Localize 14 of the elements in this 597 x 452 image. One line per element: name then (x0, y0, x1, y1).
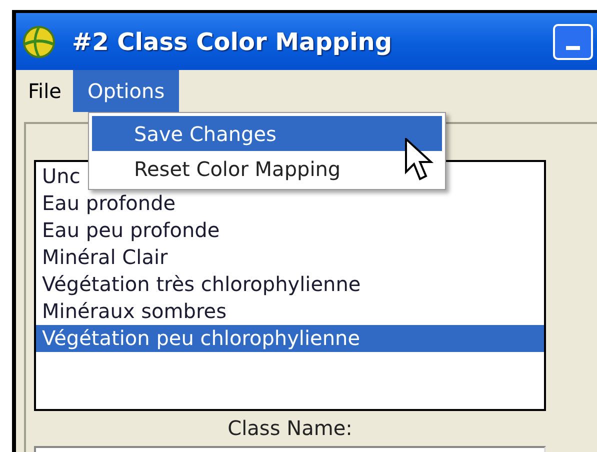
list-item[interactable]: Minéraux sombres (36, 298, 544, 325)
menu-item[interactable]: Options (73, 70, 179, 112)
menu-item[interactable]: File (16, 70, 74, 112)
list-item[interactable]: Minéral Clair (36, 244, 544, 271)
menu-option[interactable]: Save Changes (92, 116, 442, 151)
class-name-label: Class Name: (228, 416, 352, 440)
list-item[interactable]: Végétation peu chlorophylienne (36, 325, 544, 352)
minimize-button[interactable] (553, 24, 593, 60)
list-item[interactable]: Eau peu profonde (36, 217, 544, 244)
globe-icon (22, 24, 56, 58)
list-item[interactable]: Végétation très chlorophylienne (36, 271, 544, 298)
list-item[interactable]: Eau profonde (36, 190, 544, 217)
window-title: #2 Class Color Mapping (72, 26, 392, 58)
minimize-icon (566, 46, 580, 50)
